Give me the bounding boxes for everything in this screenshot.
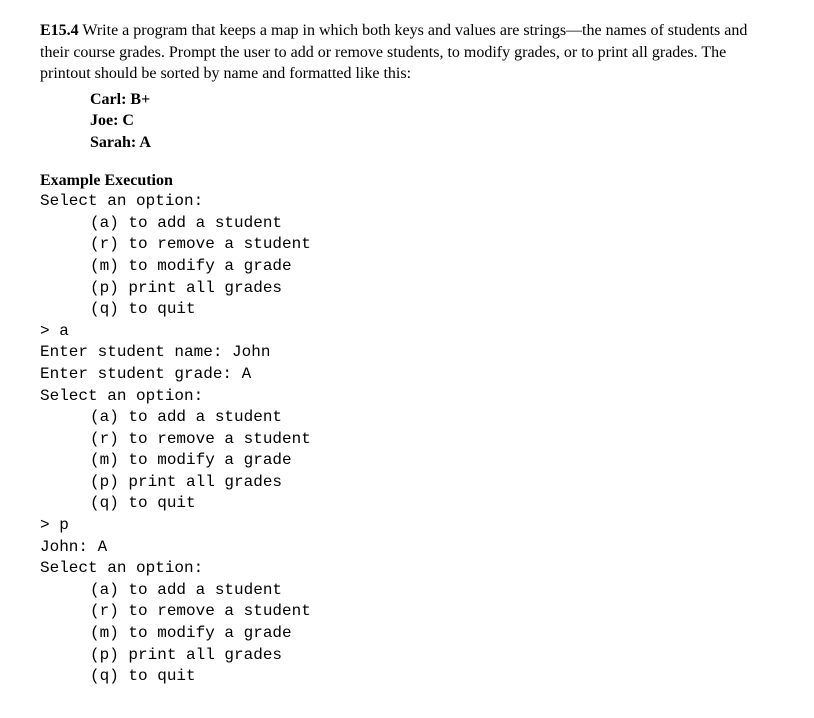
execution-line: (p) print all grades (90, 472, 774, 494)
execution-line: (q) to quit (90, 666, 774, 688)
execution-line: Select an option: (40, 191, 774, 213)
execution-block: Select an option:(a) to add a student(r)… (40, 191, 774, 688)
problem-statement: E15.4 Write a program that keeps a map i… (40, 20, 774, 85)
execution-line: (p) print all grades (90, 645, 774, 667)
execution-line: (q) to quit (90, 299, 774, 321)
format-example-2: Joe: C (90, 110, 774, 132)
execution-line: (r) to remove a student (90, 429, 774, 451)
problem-body: Write a program that keeps a map in whic… (40, 22, 747, 82)
execution-line: Enter student grade: A (40, 364, 774, 386)
execution-line: (r) to remove a student (90, 601, 774, 623)
execution-line: (m) to modify a grade (90, 256, 774, 278)
format-example-3: Sarah: A (90, 132, 774, 154)
execution-line: > a (40, 321, 774, 343)
execution-line: Select an option: (40, 558, 774, 580)
execution-line: (m) to modify a grade (90, 450, 774, 472)
execution-line: John: A (40, 537, 774, 559)
execution-line: (a) to add a student (90, 213, 774, 235)
execution-line: Select an option: (40, 386, 774, 408)
execution-line: (r) to remove a student (90, 234, 774, 256)
execution-line: (a) to add a student (90, 580, 774, 602)
execution-heading: Example Execution (40, 170, 774, 192)
execution-line: (a) to add a student (90, 407, 774, 429)
format-example-1: Carl: B+ (90, 89, 774, 111)
problem-label: E15.4 (40, 22, 79, 39)
execution-line: Enter student name: John (40, 342, 774, 364)
execution-line: (q) to quit (90, 493, 774, 515)
execution-line: (p) print all grades (90, 278, 774, 300)
execution-line: > p (40, 515, 774, 537)
execution-line: (m) to modify a grade (90, 623, 774, 645)
